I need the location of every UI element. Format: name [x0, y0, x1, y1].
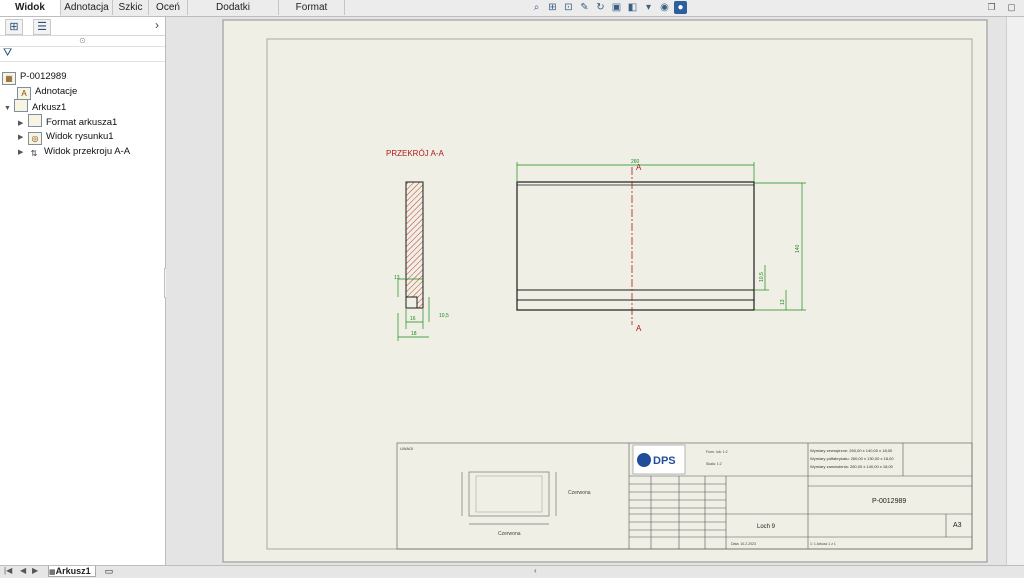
- tab-dodatki-solidworks[interactable]: Dodatki SOLIDWORKS: [188, 0, 279, 28]
- command-manager-tabs: Widok układu Adnotacja Szkic Oceń Dodatk…: [0, 0, 1024, 28]
- notes-label: UWAGI: [400, 446, 413, 451]
- vertical-scrollbar[interactable]: [1006, 17, 1024, 565]
- section-title: PRZEKRÓJ A-A: [386, 149, 444, 158]
- maximize-icon[interactable]: ▢: [1006, 2, 1017, 13]
- tree-item-label: Arkusz1: [32, 102, 67, 113]
- tree-item-label: Widok przekroju A-A: [44, 146, 131, 157]
- sketch-icon[interactable]: ✎: [578, 1, 591, 14]
- sheet-icon: [14, 99, 28, 112]
- chevron-right-icon[interactable]: ›: [155, 18, 159, 32]
- filter-icon[interactable]: ⛛: [3, 47, 12, 60]
- sheet-size: A3: [953, 522, 962, 529]
- dims-row-2: Wymiary półfabrykatu: 260,00 x 130,00 x …: [810, 456, 894, 461]
- tree-item-adnotacje[interactable]: A Adnotacje: [17, 84, 78, 100]
- dims-row-3: Wymiary zamówienia: 260,00 x 140,00 x 18…: [810, 464, 894, 469]
- tree-item-label: Format arkusza1: [46, 117, 118, 128]
- restore-icon[interactable]: ❐: [986, 2, 997, 13]
- expand-right-icon[interactable]: ▶: [18, 145, 28, 160]
- section-view-icon: ⇅: [30, 149, 38, 158]
- edge-color-bottom: Czerwona: [498, 531, 521, 537]
- sheet-tabs-bar: |◀ ◀ ▶ ▦Arkusz1 ▭ ‹: [0, 565, 1024, 577]
- company-logo-text: DPS: [653, 455, 676, 467]
- front-dim-width: 260: [631, 159, 640, 165]
- tree-item-widok-rysunku1[interactable]: ▶ ◎ Widok rysunku1: [18, 129, 114, 145]
- info-small: 1: 1 Arkusz 1 z 1: [810, 542, 836, 546]
- tab-ocen[interactable]: Oceń: [149, 0, 188, 15]
- front-dim-height: 140: [795, 244, 801, 253]
- sheet-format-icon: [28, 114, 42, 127]
- drawing-sheet-svg: PRZEKRÓJ A-A 13 16 10,5 18 A A 260 140 1…: [222, 19, 988, 563]
- tab-adnotacja[interactable]: Adnotacja: [61, 0, 113, 15]
- zoom-selection-icon[interactable]: ⊡: [562, 1, 575, 14]
- rotate-icon[interactable]: ↻: [594, 1, 607, 14]
- drawing-number: P-0012989: [872, 498, 906, 505]
- feature-manager-toolbar: ⊞ ☰ ›: [0, 17, 165, 36]
- display-style-icon[interactable]: ◧: [626, 1, 639, 14]
- hide-show-icon[interactable]: ▾: [642, 1, 655, 14]
- graphics-area[interactable]: PRZEKRÓJ A-A 13 16 10,5 18 A A 260 140 1…: [166, 17, 1006, 565]
- property-manager-icon[interactable]: ☰: [33, 19, 51, 35]
- company-logo-icon: [637, 453, 651, 467]
- zoom-area-icon[interactable]: ⊞: [546, 1, 559, 14]
- zoom-to-fit-icon[interactable]: ⌕: [530, 1, 543, 14]
- hscroll-left-icon[interactable]: ‹: [534, 566, 537, 576]
- tree-item-widok-przekroju[interactable]: ▶ ⇅ Widok przekroju A-A: [18, 144, 130, 159]
- part-name: Loch 9: [757, 524, 776, 530]
- nav-next-icon[interactable]: ▶: [32, 566, 38, 576]
- front-dim-d1: 10,5: [759, 272, 765, 282]
- tree-root-label: P-0012989: [20, 71, 67, 82]
- scene-icon[interactable]: ●: [674, 1, 687, 14]
- tab-szkic[interactable]: Szkic: [113, 0, 149, 15]
- sheet: [222, 19, 988, 563]
- tree-item-label: Widok rysunku1: [46, 131, 114, 142]
- section-dim-4: 18: [411, 331, 417, 337]
- expand-right-icon[interactable]: ▶: [18, 130, 28, 145]
- tree-root[interactable]: ▦ P-0012989: [2, 69, 67, 85]
- tree-item-format-arkusza1[interactable]: ▶ Format arkusza1: [18, 114, 117, 129]
- tab-format-arkusza[interactable]: Format arkusza: [279, 0, 345, 28]
- heads-up-toolbar: ⌕ ⊞ ⊡ ✎ ↻ ▣ ◧ ▾ ◉ ●: [530, 1, 687, 16]
- sheet-tab-label: Arkusz1: [55, 566, 91, 576]
- material-text: Form. lub: 1:2: [706, 450, 728, 454]
- section-dim-2: 16: [410, 316, 416, 322]
- date-text: Data: 10.2.2023: [731, 542, 756, 546]
- view-orientation-icon[interactable]: ▣: [610, 1, 623, 14]
- sheet-tab-icon: ▦: [49, 569, 56, 576]
- panel-grip[interactable]: ⊙: [0, 36, 165, 46]
- feature-manager-panel: ⊞ ☰ › ⊙ ⛛ ▦ P-0012989 A Adnotacje ▼ Arkusz1…: [0, 17, 166, 565]
- sheet-tab-arkusz1[interactable]: ▦Arkusz1: [48, 566, 96, 577]
- feature-tree-icon[interactable]: ⊞: [5, 19, 23, 35]
- add-sheet-icon[interactable]: ▭: [100, 566, 118, 576]
- nav-first-icon[interactable]: |◀: [4, 566, 12, 576]
- dims-row-1: Wymiary zewnętrzne: 260,00 x 140,00 x 18…: [810, 448, 893, 453]
- section-mark-bottom: A: [636, 324, 642, 333]
- tab-widok-ukladu[interactable]: Widok układu: [0, 0, 61, 28]
- scale-text: Skala: 1:2: [706, 462, 722, 466]
- section-profile: [405, 181, 424, 309]
- section-dim-1: 13: [394, 275, 400, 281]
- front-dim-d2: 13: [780, 299, 786, 305]
- tree-filter[interactable]: ⛛: [0, 46, 165, 62]
- drawing-icon: ▦: [2, 72, 16, 85]
- nav-prev-icon[interactable]: ◀: [20, 566, 26, 576]
- tree-item-arkusz1[interactable]: ▼ Arkusz1: [4, 99, 66, 114]
- tree-item-label: Adnotacje: [35, 86, 78, 97]
- section-dim-3: 10,5: [439, 313, 449, 319]
- expand-down-icon[interactable]: ▼: [4, 101, 14, 116]
- appearance-icon[interactable]: ◉: [658, 1, 671, 14]
- edge-color-right: Czerwona: [568, 490, 591, 496]
